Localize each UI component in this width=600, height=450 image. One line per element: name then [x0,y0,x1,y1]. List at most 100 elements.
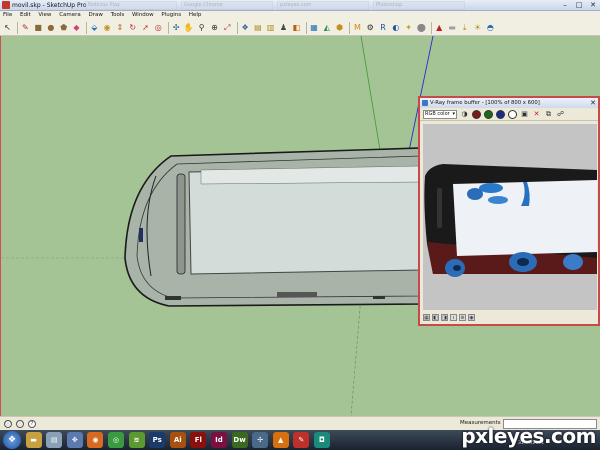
circle-icon[interactable]: ● [45,22,56,33]
rendered-image [423,124,597,310]
select-icon[interactable]: ↖ [2,22,13,33]
vray-options-icon[interactable]: ⚙ [365,22,376,33]
vfb-status-icon[interactable]: ⊚ [459,313,466,321]
section-plane-icon[interactable]: ◧ [291,22,302,33]
duplicate-icon[interactable]: ⧉ [544,110,553,119]
vray-frame-buffer-window[interactable]: V-Ray frame buffer - [100% of 800 x 600]… [418,96,600,326]
vfb-status-icon[interactable]: ◉ [468,313,475,321]
channel-view-icon[interactable]: ◑ [460,110,469,119]
components-icon[interactable]: ❖ [240,22,251,33]
materials-icon[interactable]: ⬢ [334,22,345,33]
menu-help[interactable]: Help [186,11,205,20]
explorer-icon[interactable]: ▤ [46,432,63,448]
close-button[interactable]: ✕ [586,0,600,10]
toolbar-separator [305,21,307,34]
render-bubble [563,254,583,270]
vfb-status-icon[interactable]: ı [450,313,457,321]
track-mouse-icon[interactable]: ☍ [556,110,565,119]
vray-export-icon[interactable]: ⤓ [459,22,470,33]
share-model-icon[interactable]: ▥ [265,22,276,33]
firefox-icon[interactable]: ◉ [87,432,104,448]
background-window-tabs: Noticias Play Google Chrome pxleyes.com … [85,1,465,10]
get-models-icon[interactable]: ▤ [252,22,263,33]
vray-render-icon[interactable]: R [378,22,389,33]
start-button[interactable]: ❖ [3,431,21,449]
app-icon[interactable]: ◘ [313,432,330,448]
save-image-icon[interactable]: ▣ [520,110,529,119]
render-blob [479,183,503,193]
pan-icon[interactable]: ✋ [183,22,194,33]
zoom-icon[interactable]: ⚲ [196,22,207,33]
polygon-icon[interactable]: ⬟ [58,22,69,33]
vfb-status-icon[interactable]: ◨ [441,313,448,321]
main-toolbar: ↖ ✎ ■ ● ⬟ ◆ ⬙ ◉ ⇕ ↻ ➚ ◎ ✣ ✋ ⚲ ⊕ ⤢ ❖ ▤ ▥ ♟ ◧ ▦ ◭ ⬢ M ⚙ R ◐ ✦ ⬤ ▲ ▬ ⤓ ☀ ◓ [0,20,600,36]
vfb-close-icon[interactable]: ✕ [590,98,596,108]
vray-dome-icon[interactable]: ◓ [485,22,496,33]
vfb-title-bar[interactable]: V-Ray frame buffer - [100% of 800 x 600]… [420,98,598,108]
dreamweaver-icon[interactable]: Dw [231,432,248,448]
rotate-icon[interactable]: ↻ [127,22,138,33]
tape-measure-icon[interactable]: ◉ [102,22,113,33]
sketchup-icon[interactable]: ✎ [293,432,310,448]
eraser-icon[interactable]: ◆ [71,22,82,33]
toolbar-separator [16,21,18,34]
vfb-status-icon[interactable]: ◧ [432,313,439,321]
spotify-icon[interactable]: ≋ [128,432,145,448]
green-axis-dashed [350,295,362,416]
follow-me-icon[interactable]: ➚ [140,22,151,33]
illustrator-icon[interactable]: Ai [169,432,186,448]
menu-view[interactable]: View [35,11,54,20]
phone-model[interactable] [124,147,422,307]
channel-toggle-3[interactable] [508,109,517,119]
menu-edit[interactable]: Edit [17,11,34,20]
layers-icon[interactable]: ▦ [309,22,320,33]
minimize-button[interactable]: – [558,0,572,10]
orbit-icon[interactable]: ✣ [171,22,182,33]
menu-file[interactable]: File [0,11,15,20]
rectangle-icon[interactable]: ■ [33,22,44,33]
vray-sun-icon[interactable]: ☀ [472,22,483,33]
credits-icon[interactable]: ⓘ [16,420,24,428]
clear-image-icon[interactable]: ✕ [532,110,541,119]
walk-icon[interactable]: ♟ [278,22,289,33]
ghost-tab: Google Chrome [181,1,273,10]
instructor-icon[interactable]: ? [28,420,36,428]
menu-window[interactable]: Window [129,11,157,20]
vfb-status-bar: ▦ ◧ ◨ ı ⊚ ◉ [423,312,477,322]
channel-toggle-0[interactable] [472,109,481,119]
channel-toggle-1[interactable] [484,109,493,119]
zoom-extents-icon[interactable]: ⤢ [222,22,233,33]
vray-material-icon[interactable]: M [352,22,363,33]
vray-framebuffer-icon[interactable]: ◐ [390,22,401,33]
channel-select[interactable]: RGB color [423,109,457,119]
menu-camera[interactable]: Camera [56,11,84,20]
toolbar-separator [430,21,432,34]
push-pull-icon[interactable]: ⇕ [114,22,125,33]
zoom-window-icon[interactable]: ⊕ [209,22,220,33]
offset-icon[interactable]: ◎ [153,22,164,33]
vray-sphere-icon[interactable]: ⬤ [416,22,427,33]
menu-tools[interactable]: Tools [108,11,128,20]
vray-proxy-icon[interactable]: ▲ [434,22,445,33]
chrome-icon[interactable]: ◎ [107,432,124,448]
folder-icon[interactable]: ▬ [25,432,42,448]
vray-light-icon[interactable]: ✦ [403,22,414,33]
styles-icon[interactable]: ◭ [321,22,332,33]
indesign-icon[interactable]: Id [210,432,227,448]
network-tool-icon[interactable]: ✢ [252,432,269,448]
phone-connector [277,292,317,297]
network-icon[interactable]: ✥ [66,432,83,448]
vfb-status-icon[interactable]: ▦ [423,313,430,321]
pencil-icon[interactable]: ✎ [20,22,31,33]
vlc-icon[interactable]: ▲ [272,432,289,448]
photoshop-icon[interactable]: Ps [149,432,166,448]
maximize-button[interactable]: □ [572,0,586,10]
geo-location-icon[interactable]: ⓘ [4,420,12,428]
flash-icon[interactable]: Fl [190,432,207,448]
title-bar[interactable]: movil.skp - SketchUp Pro Noticias Play G… [0,0,600,11]
paint-bucket-icon[interactable]: ⬙ [89,22,100,33]
menu-draw[interactable]: Draw [86,11,106,20]
channel-toggle-2[interactable] [496,109,505,119]
vray-plane-icon[interactable]: ▬ [447,22,458,33]
menu-plugins[interactable]: Plugins [158,11,184,20]
